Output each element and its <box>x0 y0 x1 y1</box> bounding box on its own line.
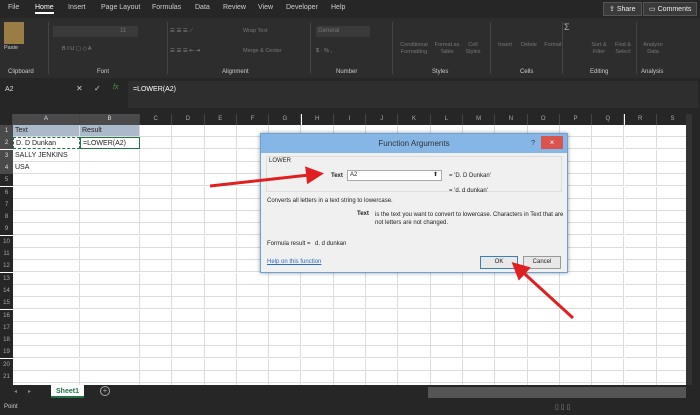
prev-sheet-icon[interactable]: ◂ <box>14 388 17 395</box>
status-mode: Point <box>4 404 18 410</box>
sheet-tab-bar: ◂ ▸ Sheet1 + <box>0 385 700 400</box>
annotation-arrows <box>0 0 700 415</box>
sheet-tab-sheet1[interactable]: Sheet1 <box>51 385 84 398</box>
arrow-to-text-arg <box>210 174 318 186</box>
view-buttons[interactable]: ▯ ▯ ▯ <box>555 403 570 411</box>
add-sheet-button[interactable]: + <box>100 386 110 396</box>
horizontal-scrollbar[interactable] <box>428 387 686 398</box>
next-sheet-icon[interactable]: ▸ <box>28 388 31 395</box>
arrow-to-ok <box>516 266 573 318</box>
status-bar: Point ▯ ▯ ▯ <box>0 400 700 415</box>
